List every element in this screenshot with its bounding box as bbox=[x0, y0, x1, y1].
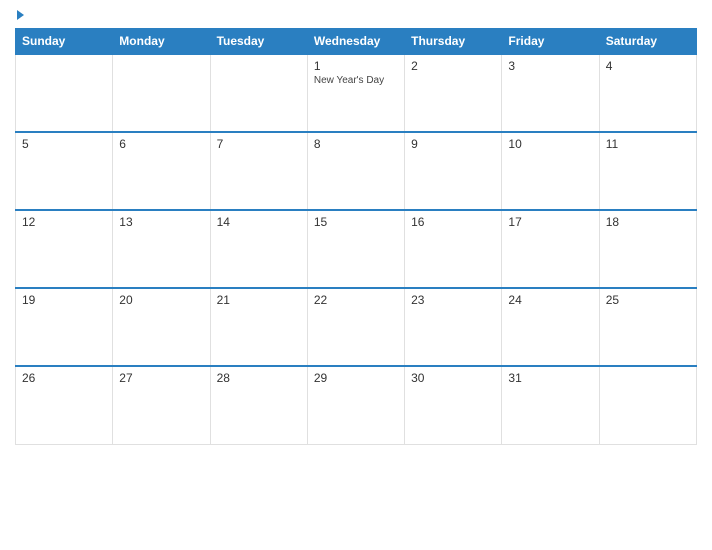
day-number: 3 bbox=[508, 59, 592, 73]
calendar-cell-6: 6 bbox=[113, 132, 210, 210]
day-header-thursday: Thursday bbox=[405, 29, 502, 55]
day-header-friday: Friday bbox=[502, 29, 599, 55]
calendar-cell-16: 16 bbox=[405, 210, 502, 288]
day-number: 18 bbox=[606, 215, 690, 229]
day-number: 14 bbox=[217, 215, 301, 229]
calendar-header bbox=[15, 10, 697, 20]
day-number: 20 bbox=[119, 293, 203, 307]
day-number: 23 bbox=[411, 293, 495, 307]
day-number: 7 bbox=[217, 137, 301, 151]
calendar-cell-22: 22 bbox=[307, 288, 404, 366]
calendar-cell-17: 17 bbox=[502, 210, 599, 288]
calendar-cell-21: 21 bbox=[210, 288, 307, 366]
calendar-cell-4: 4 bbox=[599, 54, 696, 132]
calendar-cell-empty-0 bbox=[16, 54, 113, 132]
day-number: 16 bbox=[411, 215, 495, 229]
day-number: 11 bbox=[606, 137, 690, 151]
calendar-cell-26: 26 bbox=[16, 366, 113, 444]
day-number: 29 bbox=[314, 371, 398, 385]
day-number: 5 bbox=[22, 137, 106, 151]
calendar-cell-20: 20 bbox=[113, 288, 210, 366]
calendar-cell-28: 28 bbox=[210, 366, 307, 444]
day-number: 24 bbox=[508, 293, 592, 307]
calendar-cell-25: 25 bbox=[599, 288, 696, 366]
day-number: 2 bbox=[411, 59, 495, 73]
day-number: 9 bbox=[411, 137, 495, 151]
day-number: 15 bbox=[314, 215, 398, 229]
calendar-cell-27: 27 bbox=[113, 366, 210, 444]
calendar-cell-2: 2 bbox=[405, 54, 502, 132]
day-number: 21 bbox=[217, 293, 301, 307]
day-number: 8 bbox=[314, 137, 398, 151]
day-number: 13 bbox=[119, 215, 203, 229]
calendar-cell-empty-2 bbox=[210, 54, 307, 132]
calendar-cell-14: 14 bbox=[210, 210, 307, 288]
day-header-saturday: Saturday bbox=[599, 29, 696, 55]
day-number: 30 bbox=[411, 371, 495, 385]
calendar-cell-23: 23 bbox=[405, 288, 502, 366]
day-number: 22 bbox=[314, 293, 398, 307]
day-number: 28 bbox=[217, 371, 301, 385]
calendar-cell-12: 12 bbox=[16, 210, 113, 288]
calendar-cell-empty-1 bbox=[113, 54, 210, 132]
logo-blue-text bbox=[15, 10, 24, 20]
day-number: 6 bbox=[119, 137, 203, 151]
day-header-sunday: Sunday bbox=[16, 29, 113, 55]
calendar-cell-1: 1 New Year's Day bbox=[307, 54, 404, 132]
calendar-cell-29: 29 bbox=[307, 366, 404, 444]
calendar-cell-8: 8 bbox=[307, 132, 404, 210]
holiday-label: New Year's Day bbox=[314, 75, 398, 87]
day-header-monday: Monday bbox=[113, 29, 210, 55]
calendar-cell-31: 31 bbox=[502, 366, 599, 444]
day-number: 1 bbox=[314, 59, 398, 73]
day-number: 27 bbox=[119, 371, 203, 385]
days-header-row: SundayMondayTuesdayWednesdayThursdayFrid… bbox=[16, 29, 697, 55]
calendar-container: SundayMondayTuesdayWednesdayThursdayFrid… bbox=[0, 0, 712, 550]
week-row-3: 12 13 14 15 16 17 18 bbox=[16, 210, 697, 288]
day-number: 4 bbox=[606, 59, 690, 73]
calendar-cell-30: 30 bbox=[405, 366, 502, 444]
calendar-cell-18: 18 bbox=[599, 210, 696, 288]
week-row-1: 1 New Year's Day 234 bbox=[16, 54, 697, 132]
calendar-cell-empty-6 bbox=[599, 366, 696, 444]
calendar-cell-10: 10 bbox=[502, 132, 599, 210]
calendar-table: SundayMondayTuesdayWednesdayThursdayFrid… bbox=[15, 28, 697, 445]
calendar-cell-9: 9 bbox=[405, 132, 502, 210]
day-header-tuesday: Tuesday bbox=[210, 29, 307, 55]
calendar-cell-24: 24 bbox=[502, 288, 599, 366]
day-header-wednesday: Wednesday bbox=[307, 29, 404, 55]
day-number: 19 bbox=[22, 293, 106, 307]
calendar-cell-19: 19 bbox=[16, 288, 113, 366]
day-number: 26 bbox=[22, 371, 106, 385]
calendar-cell-11: 11 bbox=[599, 132, 696, 210]
day-number: 12 bbox=[22, 215, 106, 229]
calendar-cell-13: 13 bbox=[113, 210, 210, 288]
week-row-4: 19 20 21 22 23 24 25 bbox=[16, 288, 697, 366]
day-number: 31 bbox=[508, 371, 592, 385]
calendar-cell-5: 5 bbox=[16, 132, 113, 210]
calendar-cell-3: 3 bbox=[502, 54, 599, 132]
week-row-5: 26 27 28 29 30 31 bbox=[16, 366, 697, 444]
week-row-2: 56789 10 11 bbox=[16, 132, 697, 210]
logo-triangle-icon bbox=[17, 10, 24, 20]
logo bbox=[15, 10, 24, 20]
day-number: 10 bbox=[508, 137, 592, 151]
calendar-cell-7: 7 bbox=[210, 132, 307, 210]
calendar-cell-15: 15 bbox=[307, 210, 404, 288]
day-number: 17 bbox=[508, 215, 592, 229]
day-number: 25 bbox=[606, 293, 690, 307]
